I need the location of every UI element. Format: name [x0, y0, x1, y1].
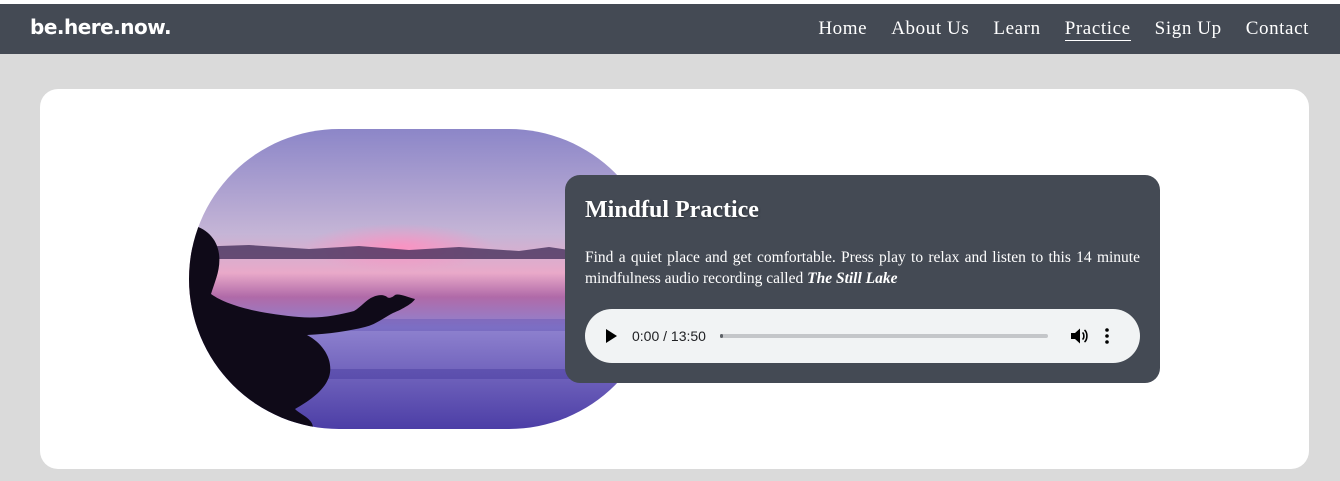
nav-links: Home About Us Learn Practice Sign Up Con… [818, 18, 1309, 41]
navbar: be.here.now. Home About Us Learn Practic… [0, 4, 1340, 54]
nav-practice[interactable]: Practice [1064, 18, 1131, 41]
nav-learn[interactable]: Learn [993, 18, 1040, 41]
site-logo[interactable]: be.here.now. [30, 15, 172, 39]
more-options-icon[interactable] [1104, 327, 1110, 345]
recording-title: The Still Lake [807, 270, 898, 287]
audio-progress-fill [720, 334, 723, 338]
audio-progress-bar[interactable] [720, 334, 1048, 338]
nav-about-us[interactable]: About Us [891, 18, 969, 41]
play-icon[interactable] [605, 328, 619, 344]
practice-panel: Mindful Practice Find a quiet place and … [565, 175, 1160, 383]
practice-title: Mindful Practice [585, 197, 759, 223]
nav-home[interactable]: Home [818, 18, 867, 41]
practice-description: Find a quiet place and get comfortable. … [585, 247, 1140, 289]
volume-icon[interactable] [1070, 326, 1090, 346]
nav-contact[interactable]: Contact [1246, 18, 1309, 41]
audio-player[interactable]: 0:00 / 13:50 [585, 309, 1140, 363]
nav-sign-up[interactable]: Sign Up [1155, 18, 1222, 41]
audio-time: 0:00 / 13:50 [632, 328, 706, 344]
